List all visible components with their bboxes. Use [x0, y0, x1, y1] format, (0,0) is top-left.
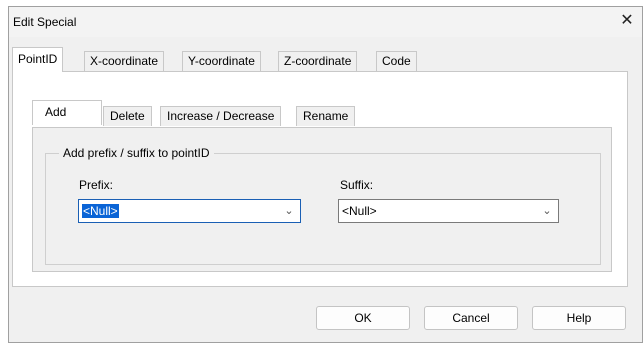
suffix-combobox[interactable]: <Null> ⌄ [338, 199, 559, 223]
dialog-title: Edit Special [13, 15, 77, 29]
tab-add[interactable]: Add [32, 100, 102, 125]
cancel-button[interactable]: Cancel [424, 306, 518, 330]
help-button[interactable]: Help [532, 306, 626, 330]
group-legend: Add prefix / suffix to pointID [59, 146, 214, 160]
suffix-value: <Null> [342, 204, 377, 218]
title-bar: Edit Special ✕ [9, 7, 642, 37]
prefix-combobox[interactable]: <Null> ⌄ [78, 199, 301, 223]
tab-increase-decrease[interactable]: Increase / Decrease [160, 106, 282, 126]
prefix-label: Prefix: [79, 178, 114, 192]
tab-code[interactable]: Code [376, 51, 417, 71]
suffix-label: Suffix: [340, 178, 374, 192]
chevron-down-icon[interactable]: ⌄ [540, 202, 554, 220]
tab-y-coordinate[interactable]: Y-coordinate [182, 51, 261, 71]
chevron-down-icon[interactable]: ⌄ [282, 202, 296, 220]
tab-x-coordinate[interactable]: X-coordinate [84, 51, 165, 71]
ok-button[interactable]: OK [316, 306, 410, 330]
tab-pointid[interactable]: PointID [12, 47, 64, 72]
tab-z-coordinate[interactable]: Z-coordinate [278, 51, 358, 71]
tab-delete[interactable]: Delete [103, 106, 152, 126]
tab-rename[interactable]: Rename [296, 106, 356, 126]
prefix-value: <Null> [82, 204, 119, 218]
close-icon[interactable]: ✕ [618, 12, 636, 30]
